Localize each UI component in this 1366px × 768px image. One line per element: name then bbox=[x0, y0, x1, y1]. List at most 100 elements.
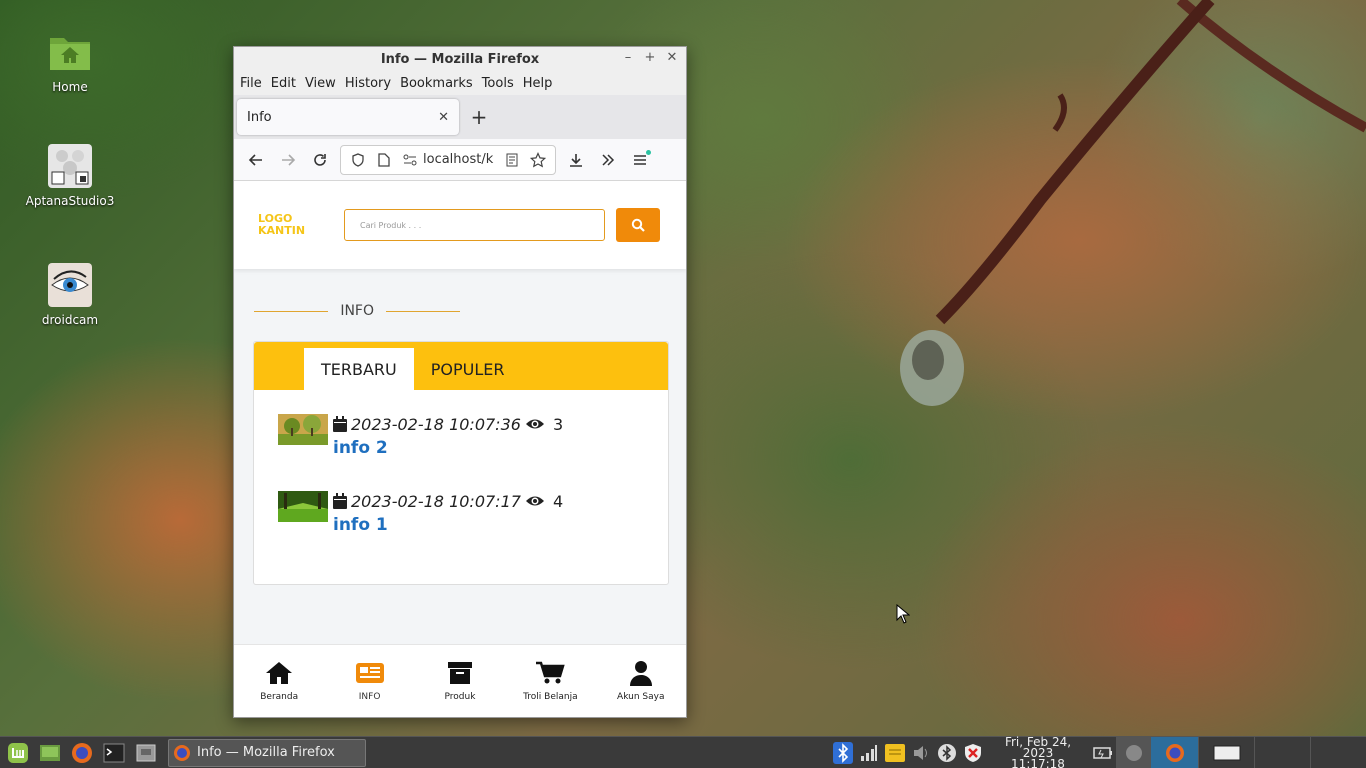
workspace-3[interactable] bbox=[1198, 737, 1254, 768]
shield-icon[interactable] bbox=[345, 152, 371, 167]
shopping-cart-icon bbox=[507, 660, 593, 686]
browser-tab[interactable]: Info ✕ bbox=[237, 99, 459, 135]
section-title: INFO bbox=[254, 303, 460, 319]
item-title-link[interactable]: info 2 bbox=[333, 438, 563, 458]
item-views: 3 bbox=[552, 414, 564, 434]
overflow-chevron-icon[interactable] bbox=[592, 146, 624, 174]
nav-troli-belanja[interactable]: Troli Belanja bbox=[507, 660, 593, 702]
taskbar: Info — Mozilla Firefox Fri, Feb 24, 2023… bbox=[0, 736, 1366, 768]
reader-view-icon[interactable] bbox=[499, 153, 525, 167]
files-icon[interactable] bbox=[132, 739, 160, 767]
desktop-icon-home[interactable]: Home bbox=[20, 30, 120, 94]
menubar: File Edit View History Bookmarks Tools H… bbox=[234, 71, 686, 95]
site-header: LOGO KANTIN Cari Produk . . . bbox=[234, 181, 686, 269]
back-icon[interactable] bbox=[240, 146, 272, 174]
terminal-icon[interactable] bbox=[100, 739, 128, 767]
nav-beranda[interactable]: Beranda bbox=[236, 660, 322, 702]
menu-view[interactable]: View bbox=[305, 76, 336, 91]
forward-icon[interactable] bbox=[272, 146, 304, 174]
workspace-1[interactable] bbox=[1116, 737, 1150, 768]
menu-tools[interactable]: Tools bbox=[482, 76, 514, 91]
eye-icon bbox=[525, 494, 545, 508]
bluetooth-icon[interactable] bbox=[830, 742, 856, 764]
nav-produk[interactable]: Produk bbox=[417, 660, 503, 702]
info-tabs: TERBARU POPULER bbox=[254, 342, 668, 390]
maximize-icon[interactable]: + bbox=[642, 50, 658, 66]
clock[interactable]: Fri, Feb 24, 2023 11:17:18 bbox=[990, 734, 1086, 768]
menu-edit[interactable]: Edit bbox=[271, 76, 296, 91]
site-logo[interactable]: LOGO KANTIN bbox=[258, 213, 344, 237]
desktop-icon-label: AptanaStudio3 bbox=[25, 194, 115, 208]
notes-icon[interactable] bbox=[882, 744, 908, 762]
taskbar-window-label: Info — Mozilla Firefox bbox=[197, 745, 335, 760]
menu-help[interactable]: Help bbox=[523, 76, 553, 91]
search-button[interactable] bbox=[616, 208, 660, 242]
desktop-icon-droidcam[interactable]: droidcam bbox=[20, 263, 120, 327]
item-title-link[interactable]: info 1 bbox=[333, 515, 563, 535]
close-icon[interactable]: ✕ bbox=[664, 50, 680, 66]
downloads-icon[interactable] bbox=[560, 146, 592, 174]
wallpaper-branch bbox=[900, 0, 1366, 406]
nav-label: Troli Belanja bbox=[523, 692, 578, 702]
section-title-text: INFO bbox=[340, 303, 374, 319]
item-date: 2023-02-18 10:07:36 bbox=[351, 414, 521, 434]
page-icon bbox=[371, 152, 397, 167]
item-views: 4 bbox=[552, 491, 564, 511]
info-thumbnail[interactable] bbox=[278, 414, 328, 445]
network-signal-icon[interactable] bbox=[856, 745, 882, 761]
tab-close-icon[interactable]: ✕ bbox=[438, 110, 449, 125]
mint-menu-icon[interactable] bbox=[4, 739, 32, 767]
hamburger-menu-icon[interactable] bbox=[624, 146, 656, 174]
firefox-window: Info — Mozilla Firefox – + ✕ File Edit V… bbox=[233, 46, 687, 718]
tab-title: Info bbox=[247, 109, 272, 125]
url-bar[interactable]: localhost/k bbox=[340, 144, 556, 175]
web-page: LOGO KANTIN Cari Produk . . . INFO TERBA… bbox=[234, 181, 686, 717]
clock-date: Fri, Feb 24, 2023 bbox=[1004, 734, 1072, 760]
nav-label: Produk bbox=[444, 692, 476, 702]
info-thumbnail[interactable] bbox=[278, 491, 328, 522]
battery-icon[interactable] bbox=[1090, 746, 1116, 760]
reload-icon[interactable] bbox=[304, 146, 336, 174]
url-text: localhost/k bbox=[423, 152, 494, 167]
search-placeholder: Cari Produk . . . bbox=[360, 220, 422, 230]
tab-populer[interactable]: POPULER bbox=[414, 348, 522, 390]
workspace-5[interactable] bbox=[1310, 737, 1366, 768]
tab-terbaru[interactable]: TERBARU bbox=[304, 348, 414, 390]
search-icon bbox=[631, 218, 645, 232]
desktop-icon-aptanastudio3[interactable]: AptanaStudio3 bbox=[20, 144, 120, 208]
mouse-cursor-icon bbox=[896, 604, 910, 624]
permissions-icon[interactable] bbox=[397, 154, 423, 166]
search-input[interactable]: Cari Produk . . . bbox=[344, 209, 605, 241]
clock-time: 11:17:18 bbox=[1011, 756, 1065, 768]
list-item[interactable]: 2023-02-18 10:07:36 3 info 2 bbox=[278, 414, 563, 458]
window-titlebar[interactable]: Info — Mozilla Firefox – + ✕ bbox=[234, 47, 686, 71]
nav-akun-saya[interactable]: Akun Saya bbox=[598, 660, 684, 702]
minimize-icon[interactable]: – bbox=[620, 50, 636, 66]
firefox-launcher-icon[interactable] bbox=[68, 739, 96, 767]
show-desktop-icon[interactable] bbox=[36, 739, 64, 767]
menu-file[interactable]: File bbox=[240, 76, 262, 91]
volume-icon[interactable] bbox=[908, 745, 934, 761]
workspace-2[interactable] bbox=[1150, 737, 1198, 768]
nav-info[interactable]: INFO bbox=[327, 660, 413, 702]
calendar-icon bbox=[333, 493, 347, 509]
nav-label: INFO bbox=[358, 692, 381, 702]
workspace-4[interactable] bbox=[1254, 737, 1310, 768]
logo-line-2: KANTIN bbox=[258, 224, 306, 237]
bottom-nav: Beranda INFO Produk Troli Belanja Akun S… bbox=[234, 644, 686, 717]
droidcam-icon bbox=[48, 263, 92, 307]
desktop-icon-label: droidcam bbox=[41, 313, 99, 327]
nav-label: Beranda bbox=[260, 692, 299, 702]
update-error-icon[interactable] bbox=[960, 743, 986, 763]
eye-icon bbox=[525, 417, 545, 431]
bookmark-star-icon[interactable] bbox=[525, 151, 551, 168]
bluetooth-status-icon[interactable] bbox=[934, 743, 960, 763]
list-item[interactable]: 2023-02-18 10:07:17 4 info 1 bbox=[278, 491, 563, 535]
nav-toolbar: localhost/k bbox=[234, 139, 686, 181]
menu-bookmarks[interactable]: Bookmarks bbox=[400, 76, 473, 91]
taskbar-window-button[interactable]: Info — Mozilla Firefox bbox=[168, 738, 366, 767]
new-tab-icon[interactable]: + bbox=[463, 105, 495, 129]
info-panel: TERBARU POPULER 2023-02-18 10:07:36 3 in… bbox=[253, 341, 669, 585]
archive-box-icon bbox=[417, 660, 503, 686]
menu-history[interactable]: History bbox=[345, 76, 391, 91]
